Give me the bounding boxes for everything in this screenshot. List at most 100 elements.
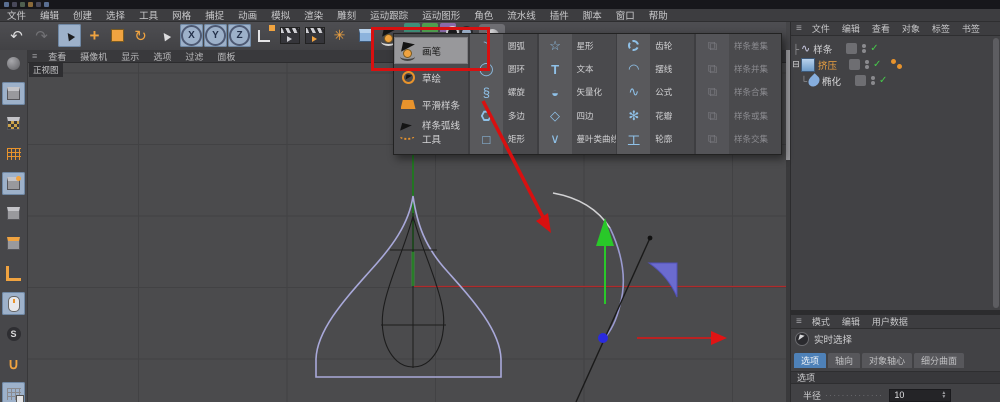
om-menu-file[interactable]: 文件	[806, 22, 836, 35]
selection-cursor-icon[interactable]: ▲	[154, 24, 177, 47]
viewport-solo-icon[interactable]	[2, 292, 25, 315]
object-row-extrude[interactable]: ⊟ 挤压 ✓	[791, 57, 1000, 72]
lock-z-icon[interactable]: Z	[228, 24, 251, 47]
om-menu-object[interactable]: 对象	[896, 22, 926, 35]
menu-tools[interactable]: 工具	[132, 8, 165, 22]
menu-render[interactable]: 渲染	[297, 8, 330, 22]
live-selection-icon[interactable]: ▲	[58, 24, 81, 47]
magnet-icon[interactable]: ∪	[2, 352, 25, 375]
layer-tag-icon[interactable]	[855, 75, 866, 86]
menu-select[interactable]: 选择	[99, 8, 132, 22]
viewport-menu-display[interactable]: 显示	[114, 50, 146, 63]
menu-edit[interactable]: 编辑	[33, 8, 66, 22]
enable-snap-icon[interactable]: S	[2, 322, 25, 345]
menu-sculpt[interactable]: 雕刻	[330, 8, 363, 22]
menu-item-cycloid[interactable]: 摆线	[650, 57, 694, 80]
menu-item-ngon[interactable]: 多边	[503, 104, 537, 127]
menu-mesh[interactable]: 网格	[165, 8, 198, 22]
edges-mode-icon[interactable]	[2, 202, 25, 225]
workplane-mode-icon[interactable]	[2, 142, 25, 165]
menu-item-spline-difference[interactable]: 样条差集	[729, 34, 781, 57]
tab-object-axis[interactable]: 对象轴心	[862, 353, 912, 368]
menu-motion-tracker[interactable]: 运动跟踪	[363, 8, 415, 22]
menu-item-text[interactable]: 文本	[572, 57, 616, 80]
enable-check-icon[interactable]: ✓	[873, 59, 881, 70]
visibility-dots[interactable]	[865, 60, 869, 69]
layer-tag-icon[interactable]	[849, 59, 860, 70]
menu-item-vectorizer[interactable]: 矢量化	[572, 81, 616, 104]
menu-item-spline-and[interactable]: 样条合集	[729, 81, 781, 104]
menu-file[interactable]: 文件	[0, 8, 33, 22]
om-menu-tags[interactable]: 标签	[926, 22, 956, 35]
lock-y-icon[interactable]: Y	[204, 24, 227, 47]
menu-item-helix[interactable]: 螺旋	[503, 81, 537, 104]
am-menu-mode[interactable]: 模式	[806, 315, 836, 328]
object-row-spline[interactable]: ├ ∿ 样条 ✓	[791, 41, 1000, 56]
am-menu-edit[interactable]: 编辑	[836, 315, 866, 328]
menu-window[interactable]: 窗口	[609, 8, 642, 22]
enable-axis-icon[interactable]	[2, 262, 25, 285]
menu-item-cogwheel[interactable]: 齿轮	[650, 34, 694, 57]
model-mode-icon[interactable]	[2, 82, 25, 105]
menu-item-rectangle[interactable]: 矩形	[503, 128, 537, 151]
menu-item-smooth-spline[interactable]: 平滑样条	[394, 91, 468, 118]
visibility-dots[interactable]	[862, 44, 866, 53]
options-section-header[interactable]: 选项	[791, 371, 1000, 384]
render-settings-icon[interactable]: ✳	[328, 24, 351, 47]
radius-stepper[interactable]: ▲▼	[941, 391, 946, 399]
tab-options[interactable]: 选项	[794, 353, 826, 368]
points-mode-icon[interactable]	[2, 172, 25, 195]
lock-workplane-icon[interactable]	[2, 382, 25, 402]
menu-pipeline[interactable]: 流水线	[500, 8, 543, 22]
make-editable-icon[interactable]	[2, 52, 25, 75]
menu-item-spline-intersect[interactable]: 样条交集	[729, 128, 781, 151]
menu-item-spline-or[interactable]: 样条或集	[729, 104, 781, 127]
am-menu-userdata[interactable]: 用户数据	[866, 315, 914, 328]
om-menu-view[interactable]: 查看	[866, 22, 896, 35]
menu-item-profile[interactable]: 轮廓	[650, 128, 694, 151]
menu-create[interactable]: 创建	[66, 8, 99, 22]
object-name[interactable]: 挤压	[818, 58, 837, 72]
am-burger-icon[interactable]: ≡	[791, 316, 806, 327]
viewport-burger-icon[interactable]: ≡	[28, 51, 41, 61]
scale-icon[interactable]	[106, 24, 129, 47]
om-menu-edit[interactable]: 编辑	[836, 22, 866, 35]
om-scrollbar[interactable]	[993, 38, 999, 308]
tab-axis[interactable]: 轴向	[828, 353, 860, 368]
menu-item-formula[interactable]: 公式	[650, 81, 694, 104]
menu-simulate[interactable]: 模拟	[264, 8, 297, 22]
phong-tag-dots[interactable]	[891, 59, 905, 71]
om-burger-icon[interactable]: ≡	[791, 23, 806, 34]
undo-icon[interactable]: ↶	[5, 24, 28, 47]
menu-item-circle[interactable]: 圆环	[503, 57, 537, 80]
menu-item-star[interactable]: 星形	[572, 34, 616, 57]
menu-item-spline-arc-tool[interactable]: 样条弧线工具	[394, 118, 468, 145]
redo-icon[interactable]: ↷	[30, 24, 53, 47]
render-region-icon[interactable]	[303, 24, 326, 47]
enable-check-icon[interactable]: ✓	[879, 75, 887, 86]
texture-mode-icon[interactable]	[2, 112, 25, 135]
om-menu-bookmarks[interactable]: 书签	[956, 22, 986, 35]
object-name[interactable]: 样条	[813, 42, 832, 56]
render-view-icon[interactable]	[278, 24, 301, 47]
menu-item-cissoid[interactable]: 蔓叶类曲线	[572, 128, 616, 151]
menu-snap[interactable]: 捕捉	[198, 8, 231, 22]
tab-subdivision[interactable]: 细分曲面	[914, 353, 964, 368]
object-name[interactable]: 椭化	[822, 74, 841, 88]
viewport-menu-camera[interactable]: 摄像机	[73, 50, 114, 63]
menu-item-arc[interactable]: 圆弧	[503, 34, 537, 57]
menu-help[interactable]: 帮助	[642, 8, 675, 22]
menu-mograph[interactable]: 运动图形	[415, 8, 467, 22]
rotate-icon[interactable]: ↻	[129, 24, 152, 47]
viewport-menu-filter[interactable]: 过滤	[178, 50, 210, 63]
viewport-menu-view[interactable]: 查看	[41, 50, 73, 63]
enable-check-icon[interactable]: ✓	[870, 43, 878, 54]
collapse-expander-icon[interactable]: ⊟	[791, 59, 801, 70]
menu-item-flower[interactable]: 花瓣	[650, 104, 694, 127]
object-row-child[interactable]: └ 椭化 ✓	[791, 73, 1000, 88]
viewport-menu-panel[interactable]: 面板	[210, 50, 242, 63]
menu-animate[interactable]: 动画	[231, 8, 264, 22]
move-icon[interactable]: +	[83, 24, 106, 47]
menu-item-four-side[interactable]: 四边	[572, 104, 616, 127]
lock-x-icon[interactable]: X	[180, 24, 203, 47]
